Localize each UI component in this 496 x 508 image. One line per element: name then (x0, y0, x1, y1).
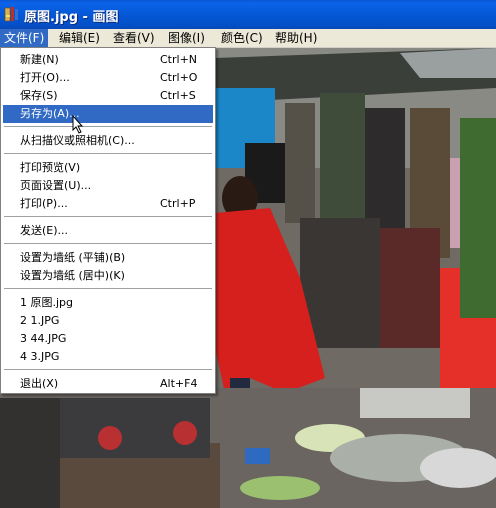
file-menu-dropdown: 新建(N) Ctrl+N 打开(O)... Ctrl+O 保存(S) Ctrl+… (0, 47, 216, 394)
menu-item-label: 4 3.JPG (20, 350, 60, 363)
menu-separator (4, 216, 212, 217)
menu-separator (4, 126, 212, 127)
paint-app-icon (4, 7, 18, 22)
menu-item-save[interactable]: 保存(S) Ctrl+S (3, 87, 213, 105)
mouse-cursor-icon (72, 115, 84, 134)
title-bar[interactable]: 原图.jpg - 画图 (0, 0, 496, 29)
menu-item-label: 3 44.JPG (20, 332, 67, 345)
menu-item-wallpaper-centered[interactable]: 设置为墙纸 (居中)(K) (3, 267, 213, 285)
menu-item-recent-3[interactable]: 3 44.JPG (3, 330, 213, 348)
menu-item-new[interactable]: 新建(N) Ctrl+N (3, 51, 213, 69)
menu-item-save-as[interactable]: 另存为(A)... (3, 105, 213, 123)
menu-item-print[interactable]: 打印(P)... Ctrl+P (3, 195, 213, 213)
menu-item-recent-2[interactable]: 2 1.JPG (3, 312, 213, 330)
menu-help[interactable]: 帮助(H) (271, 29, 321, 47)
menu-item-recent-1[interactable]: 1 原图.jpg (3, 294, 213, 312)
menu-item-shortcut: Ctrl+S (160, 89, 196, 102)
menu-item-wallpaper-tiled[interactable]: 设置为墙纸 (平铺)(B) (3, 249, 213, 267)
menu-colors[interactable]: 颜色(C) (217, 29, 267, 47)
menu-item-shortcut: Ctrl+O (160, 71, 198, 84)
menu-item-label: 发送(E)... (20, 224, 69, 237)
menu-item-shortcut: Ctrl+N (160, 53, 198, 66)
menu-separator (4, 243, 212, 244)
menu-separator (4, 369, 212, 370)
window-title: 原图.jpg - 画图 (24, 10, 119, 25)
menu-item-label: 设置为墙纸 (居中)(K) (20, 269, 125, 282)
menu-item-shortcut: Alt+F4 (160, 377, 198, 390)
menu-item-label: 另存为(A)... (20, 107, 80, 120)
menu-item-label: 退出(X) (20, 377, 59, 390)
menu-item-label: 页面设置(U)... (20, 179, 92, 192)
menu-item-label: 1 原图.jpg (20, 296, 74, 309)
menu-item-recent-4[interactable]: 4 3.JPG (3, 348, 213, 366)
menu-item-shortcut: Ctrl+P (160, 197, 196, 210)
menu-item-label: 打开(O)... (20, 71, 70, 84)
menu-bar: 文件(F) 编辑(E) 查看(V) 图像(I) 颜色(C) 帮助(H) (0, 29, 496, 48)
menu-image[interactable]: 图像(I) (164, 29, 209, 47)
menu-edit[interactable]: 编辑(E) (55, 29, 104, 47)
menu-item-open[interactable]: 打开(O)... Ctrl+O (3, 69, 213, 87)
menu-item-label: 设置为墙纸 (平铺)(B) (20, 251, 126, 264)
menu-item-label: 保存(S) (20, 89, 58, 102)
menu-item-label: 2 1.JPG (20, 314, 60, 327)
menu-item-print-preview[interactable]: 打印预览(V) (3, 159, 213, 177)
menu-item-label: 从扫描仪或照相机(C)... (20, 134, 135, 147)
menu-item-label: 打印预览(V) (20, 161, 81, 174)
menu-item-label: 打印(P)... (20, 197, 68, 210)
menu-separator (4, 288, 212, 289)
menu-view[interactable]: 查看(V) (109, 29, 159, 47)
menu-item-page-setup[interactable]: 页面设置(U)... (3, 177, 213, 195)
menu-item-send[interactable]: 发送(E)... (3, 222, 213, 240)
menu-separator (4, 153, 212, 154)
menu-file[interactable]: 文件(F) (0, 29, 49, 47)
menu-item-label: 新建(N) (20, 53, 59, 66)
menu-item-from-scanner[interactable]: 从扫描仪或照相机(C)... (3, 132, 213, 150)
menu-item-exit[interactable]: 退出(X) Alt+F4 (3, 375, 213, 393)
